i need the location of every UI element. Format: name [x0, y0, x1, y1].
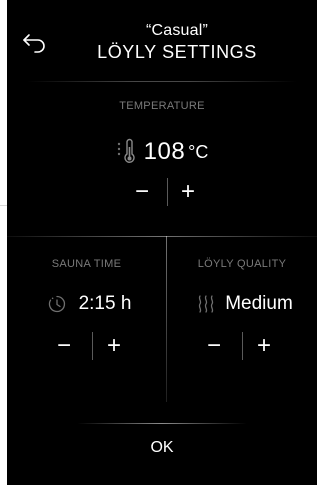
loyly-quality-stepper-divider	[242, 332, 243, 360]
footer-divider	[77, 423, 247, 424]
temperature-unit: °C	[188, 141, 209, 162]
temperature-stepper-divider	[167, 178, 168, 206]
sauna-time-value: 2:15 h	[78, 293, 132, 314]
loyly-quality-label: LÖYLY QUALITY	[197, 258, 287, 270]
page-title: LÖYLY SETTINGS	[97, 42, 257, 62]
header: “Casual” LÖYLY SETTINGS	[67, 22, 287, 63]
sauna-time-value-row: 2:15 h	[19, 290, 159, 318]
sauna-time-increase-button[interactable]: +	[99, 331, 129, 361]
temperature-value-row: 108 °C	[7, 136, 317, 168]
temperature-value: 108	[143, 138, 186, 165]
loyly-quality-value: Medium	[225, 293, 293, 314]
sauna-time-label: SAUNA TIME	[51, 258, 122, 270]
loyly-quality-decrease-button[interactable]: −	[199, 331, 229, 361]
ok-button[interactable]: OK	[117, 432, 207, 464]
temperature-stepper: − +	[127, 177, 199, 207]
temperature-increase-button[interactable]: +	[173, 177, 203, 207]
temperature-decrease-button[interactable]: −	[127, 177, 157, 207]
section-divider	[7, 236, 317, 237]
sauna-time-stepper-divider	[92, 332, 93, 360]
header-divider	[27, 81, 297, 82]
page-edge-line	[0, 205, 7, 206]
temperature-label: TEMPERATURE	[119, 100, 205, 112]
sauna-time-decrease-button[interactable]: −	[49, 331, 79, 361]
steam-icon	[198, 295, 214, 313]
clock-icon	[48, 295, 65, 313]
loyly-quality-value-row: Medium	[175, 290, 315, 318]
preset-name: “Casual”	[145, 22, 209, 39]
back-button[interactable]	[21, 30, 49, 54]
loyly-settings-screen: “Casual” LÖYLY SETTINGS TEMPERATURE 108 …	[7, 0, 317, 485]
loyly-quality-increase-button[interactable]: +	[249, 331, 279, 361]
sauna-time-stepper: − +	[49, 331, 127, 361]
back-arrow-icon	[23, 34, 45, 53]
thermometer-icon	[117, 138, 135, 163]
loyly-quality-stepper: − +	[199, 331, 279, 361]
